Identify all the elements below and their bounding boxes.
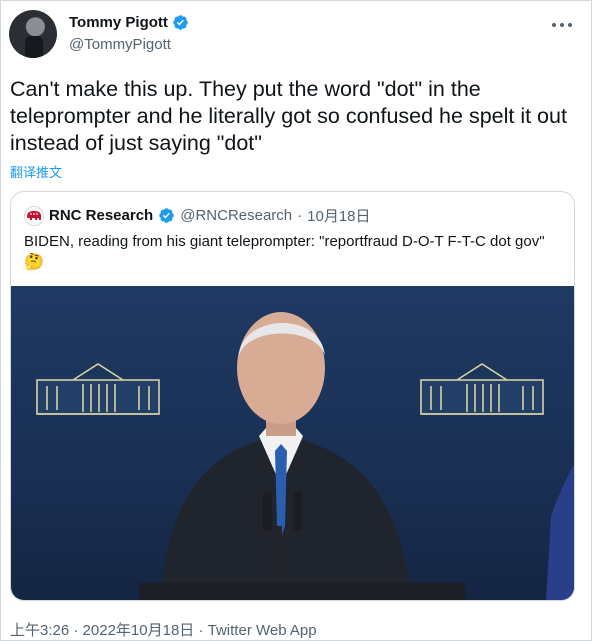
author-avatar[interactable] <box>9 10 57 58</box>
more-dot <box>560 23 564 27</box>
quoted-verified-badge-icon <box>159 208 174 223</box>
more-dot <box>568 23 572 27</box>
tweet-time[interactable]: 上午3:26 <box>10 622 69 639</box>
quoted-handle[interactable]: @RNCResearch <box>180 207 292 224</box>
tweet-date[interactable]: 2022年10月18日 <box>83 622 195 639</box>
elephant-logo-icon <box>27 210 41 220</box>
thinking-face-emoji: 🤔 <box>24 254 44 271</box>
podium <box>139 583 465 600</box>
quoted-tweet-text: BIDEN, reading from his giant teleprompt… <box>24 233 545 250</box>
press-briefing-scene <box>36 312 574 600</box>
quoted-separator: · <box>297 207 303 224</box>
quoted-tweet-header: RNC Research @RNCResearch · 10月18日 <box>24 205 371 226</box>
footer-separator: · <box>198 622 204 639</box>
white-house-emblem-left <box>36 363 160 415</box>
more-dot <box>552 23 556 27</box>
flag-edge <box>546 464 574 600</box>
tweet-source[interactable]: Twitter Web App <box>208 622 317 639</box>
footer-separator: · <box>73 622 79 639</box>
speaker-figure <box>161 312 411 600</box>
quoted-author-avatar[interactable] <box>24 205 44 226</box>
quoted-date[interactable]: 10月18日 <box>307 205 370 226</box>
author-display-name[interactable]: Tommy Pigott <box>69 14 168 31</box>
quoted-tweet-card[interactable]: RNC Research @RNCResearch · 10月18日 BIDEN… <box>10 191 575 601</box>
quoted-video-media[interactable] <box>11 286 574 600</box>
author-handle[interactable]: @TommyPigott <box>69 36 171 53</box>
more-options-icon[interactable] <box>552 16 572 34</box>
white-house-emblem-right <box>420 363 544 415</box>
tweet-footer: 上午3:26 · 2022年10月18日 · Twitter Web App <box>10 619 317 640</box>
author-name-row[interactable]: Tommy Pigott <box>69 14 189 31</box>
quoted-display-name[interactable]: RNC Research <box>49 207 153 224</box>
verified-badge-icon <box>173 15 188 30</box>
translate-tweet-link[interactable]: 翻译推文 <box>10 162 62 181</box>
tweet-text: Can't make this up. They put the word "d… <box>10 77 567 155</box>
